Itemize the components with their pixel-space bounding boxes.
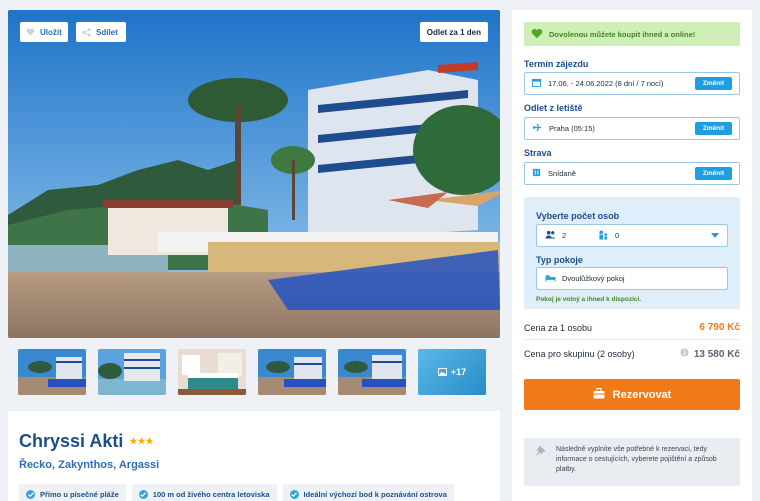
more-photos-button[interactable]: +17: [418, 349, 486, 395]
check-icon: [289, 489, 299, 499]
change-board-button[interactable]: Změnit: [695, 167, 732, 180]
food-icon: [532, 168, 541, 179]
adults-count: 2: [562, 231, 567, 240]
price-group-value: 13 580 Kč: [693, 348, 740, 360]
change-departure-button[interactable]: Změnit: [695, 122, 732, 135]
hotel-photo-image: [8, 10, 500, 338]
booking-panel: Dovolenou můžete koupit ihned a online! …: [512, 10, 752, 501]
tag-item: Ideální výchozí bod k poznávání ostrova: [282, 484, 454, 501]
reservation-hint: Následně vyplníte vše potřebné k rezerva…: [524, 438, 740, 486]
calendar-icon: [532, 78, 541, 89]
pin-icon: [534, 444, 547, 461]
price-per-person-label: Cena za 1 osobu: [524, 322, 593, 333]
children-count: 0: [615, 231, 620, 240]
check-icon: [26, 489, 35, 499]
price-per-person-value: 6 790 Kč: [699, 322, 740, 333]
briefcase-icon: [593, 387, 605, 402]
board-field[interactable]: Snídaně Změnit: [524, 162, 740, 185]
hotel-name: Chryssi Akti: [19, 431, 124, 451]
departure-label: Odlet z letiště: [524, 103, 583, 113]
chevron-down-icon: [711, 231, 719, 240]
thumbnail-image: [258, 349, 326, 395]
thumbnail-1[interactable]: [18, 349, 86, 395]
room-value: Dvoulůžkový pokoj: [562, 274, 625, 283]
board-value: Snídaně: [548, 169, 576, 178]
children-icon: [598, 229, 609, 242]
thumbnail-image: [178, 349, 246, 395]
thumbnail-strip: +17: [18, 349, 488, 395]
price-divider: [524, 339, 740, 340]
info-icon[interactable]: [680, 348, 689, 360]
more-photos-count: +17: [450, 367, 467, 377]
hint-text: Následně vyplníte vše potřebné k rezerva…: [556, 446, 717, 473]
price-per-person-row: Cena za 1 osobu 6 790 Kč: [524, 322, 740, 333]
hotel-gallery-section: Uložit Sdílet Odlet za 1 den +17 Chryssi…: [8, 10, 500, 501]
hotel-title: Chryssi Akti ★★★: [19, 431, 154, 452]
thumbnail-image: [338, 349, 406, 395]
departure-badge: Odlet za 1 den: [419, 22, 488, 42]
board-label: Strava: [524, 148, 552, 158]
bed-icon: [545, 274, 556, 284]
room-label: Typ pokoje: [536, 255, 583, 265]
tag-label: Přímo u písečné pláže: [40, 489, 119, 499]
tag-label: 100 m od živého centra letoviska: [152, 489, 270, 499]
change-term-button[interactable]: Změnit: [695, 77, 732, 90]
share-button[interactable]: Sdílet: [76, 22, 126, 42]
departure-value: Praha (05:15): [549, 124, 595, 133]
thumbnail-3[interactable]: [178, 349, 246, 395]
share-label: Sdílet: [96, 27, 118, 37]
reserve-label: Rezervovat: [612, 388, 672, 401]
hotel-location: Řecko, Zakynthos, Argassi: [19, 459, 160, 471]
tag-item: Přímo u písečné pláže: [19, 484, 126, 501]
departure-field[interactable]: Praha (05:15) Změnit: [524, 117, 740, 140]
reserve-button[interactable]: Rezervovat: [524, 379, 740, 410]
term-field[interactable]: 17.06. - 24.06.2022 (8 dní / 7 nocí) Změ…: [524, 72, 740, 95]
share-icon: [82, 27, 91, 37]
term-label: Termín zájezdu: [524, 59, 589, 69]
persons-label: Vyberte počet osob: [536, 211, 620, 221]
save-button[interactable]: Uložit: [20, 22, 68, 42]
heart-icon: [531, 28, 543, 41]
plane-icon: [532, 123, 542, 134]
room-select[interactable]: Dvoulůžkový pokoj: [536, 267, 728, 290]
term-value: 17.06. - 24.06.2022 (8 dní / 7 nocí): [548, 79, 664, 88]
price-group-label: Cena pro skupinu (2 osoby): [524, 349, 635, 359]
tag-item: 100 m od živého centra letoviska: [131, 484, 277, 501]
price-group-wrap: 13 580 Kč: [680, 348, 740, 360]
alert-text: Dovolenou můžete koupit ihned a online!: [549, 29, 696, 39]
hero-photo[interactable]: Uložit Sdílet Odlet za 1 den: [8, 10, 500, 338]
hotel-info-card: Chryssi Akti ★★★ Řecko, Zakynthos, Argas…: [8, 411, 500, 501]
persons-select[interactable]: 2 0: [536, 224, 728, 247]
check-icon: [138, 489, 148, 499]
tag-label: Ideální výchozí bod k poznávání ostrova: [303, 489, 447, 499]
star-rating: ★★★: [129, 436, 154, 446]
price-group-row: Cena pro skupinu (2 osoby) 13 580 Kč: [524, 348, 740, 360]
room-availability-note: Pokoj je volný a ihned k dispozici.: [536, 296, 642, 303]
thumbnail-image: [18, 349, 86, 395]
thumbnail-image: [98, 349, 166, 395]
image-icon: [437, 368, 447, 376]
availability-alert: Dovolenou můžete koupit ihned a online!: [524, 22, 740, 46]
hotel-tags: Přímo u písečné pláže 100 m od živého ce…: [19, 484, 454, 501]
thumbnail-2[interactable]: [98, 349, 166, 395]
thumbnail-5[interactable]: [338, 349, 406, 395]
adults-icon: [545, 230, 556, 241]
heart-icon: [26, 28, 35, 36]
thumbnail-4[interactable]: [258, 349, 326, 395]
persons-room-box: Vyberte počet osob 2 0 Typ pokoje Dvoulů…: [524, 197, 740, 309]
save-label: Uložit: [40, 27, 62, 37]
